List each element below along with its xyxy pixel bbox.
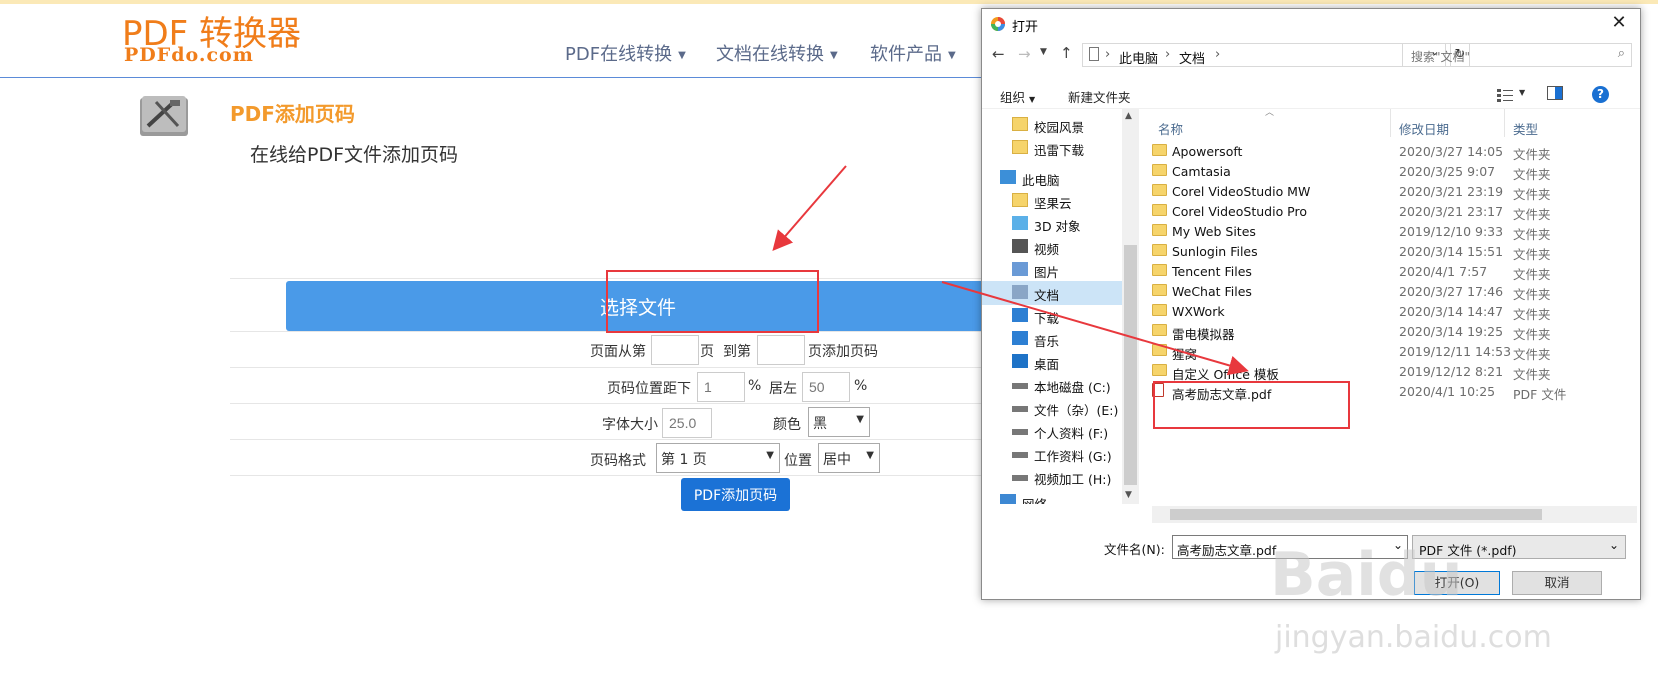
baidu-watermark: Baidu: [1270, 540, 1463, 610]
baidu-watermark-url: jingyan.baidu.com: [1275, 620, 1552, 655]
